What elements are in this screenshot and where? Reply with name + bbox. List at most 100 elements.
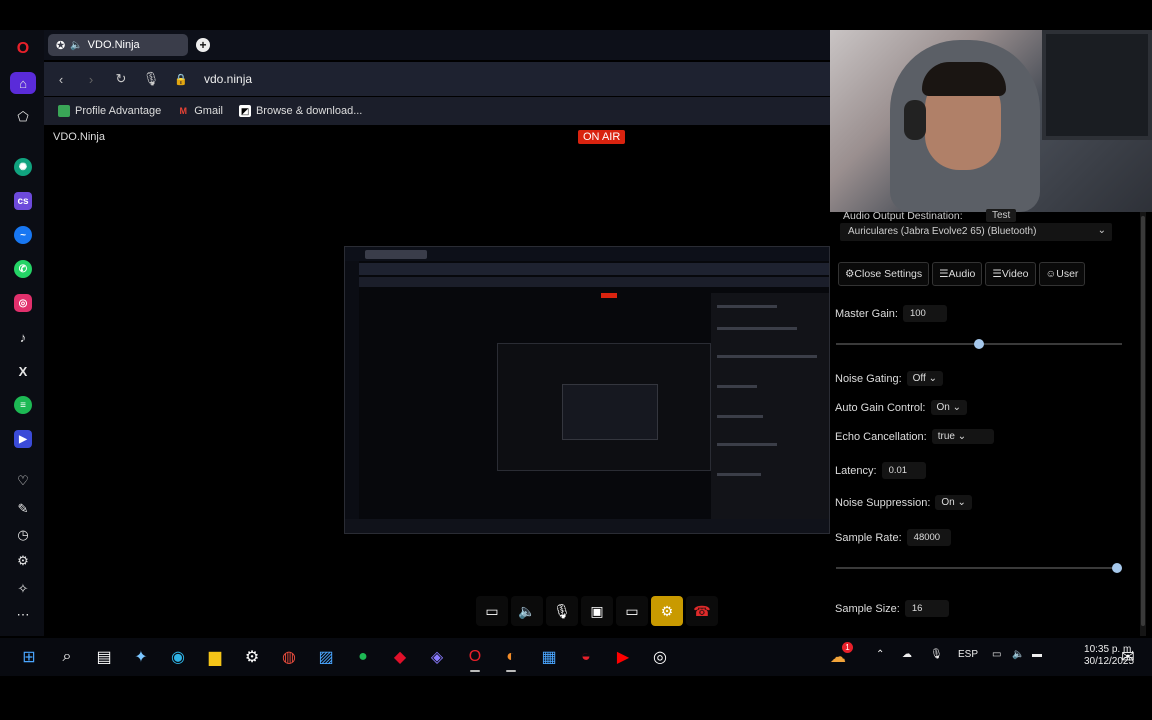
explorer-icon[interactable]: ▆: [203, 645, 227, 669]
nested-bookmarks-bar: [359, 277, 829, 287]
monitor-icon: ▭: [625, 602, 639, 619]
nested-line: [717, 355, 817, 358]
lock-icon[interactable]: 🔒: [168, 73, 194, 86]
url-field[interactable]: vdo.ninja: [204, 72, 252, 86]
nested-address-bar: [359, 263, 829, 275]
close-settings-button[interactable]: ⚙Close Settings: [838, 262, 930, 286]
auto-gain-control-label: Auto Gain Control:: [835, 401, 926, 414]
latency-input[interactable]: 0.01: [881, 462, 926, 479]
bookmark-gmail[interactable]: M Gmail: [177, 105, 222, 117]
reload-icon[interactable]: ↻: [108, 71, 134, 87]
instagram-icon[interactable]: ◎: [10, 292, 36, 314]
bookmark-browse-download[interactable]: ◩ Browse & download...: [238, 105, 363, 117]
speaker-icon[interactable]: 🔈: [70, 40, 82, 51]
app-red2-icon[interactable]: ◒: [574, 645, 598, 669]
microphone-button[interactable]: 🎙: [546, 596, 578, 626]
tab-vdo-ninja[interactable]: ✪ 🔈 VDO.Ninja: [48, 34, 188, 56]
battery-icon[interactable]: ▬: [1032, 649, 1042, 660]
screen-share-video: [344, 246, 830, 534]
on-air-badge: ON AIR: [578, 130, 626, 144]
edit-icon[interactable]: ✎: [10, 498, 36, 520]
noise-suppression-label: Noise Suppression:: [835, 496, 931, 509]
video-tab-button[interactable]: ☰Video: [985, 262, 1036, 286]
cs-icon[interactable]: cs: [10, 190, 36, 212]
home-icon[interactable]: ⌂: [10, 72, 36, 94]
nested-line: [717, 385, 757, 388]
auto-gain-control-select[interactable]: On ⌄: [930, 400, 968, 415]
new-tab-button[interactable]: +: [196, 38, 210, 52]
notifications-icon[interactable]: ✉: [1116, 645, 1140, 669]
speaker-button[interactable]: 🔈: [511, 596, 543, 626]
gmail-icon: M: [179, 106, 187, 116]
opera-logo-icon[interactable]: O: [10, 38, 36, 60]
x-icon[interactable]: X: [10, 360, 36, 382]
sample-rate-slider[interactable]: [836, 563, 1122, 573]
steam-icon[interactable]: ⚙: [240, 645, 264, 669]
pinboard-icon[interactable]: ⬠: [10, 106, 36, 128]
master-gain-knob[interactable]: [974, 339, 984, 349]
spotify-icon[interactable]: ≡: [10, 394, 36, 416]
settings-tabs: ⚙Close Settings ☰Audio ☰Video ☺User: [838, 262, 1086, 286]
spotify-icon[interactable]: ●: [351, 645, 375, 669]
file-manager-icon[interactable]: ▤: [92, 645, 116, 669]
tips-icon[interactable]: ✧: [10, 578, 36, 600]
noise-suppression-select[interactable]: On ⌄: [935, 495, 972, 510]
network-icon[interactable]: ▭: [992, 649, 1001, 660]
whatsapp-icon[interactable]: ✆: [10, 258, 36, 280]
app-blue-icon[interactable]: ◈: [425, 645, 449, 669]
heart-icon[interactable]: ♡: [10, 470, 36, 492]
master-gain-label: Master Gain:: [835, 307, 898, 320]
search-icon[interactable]: ⌕: [55, 645, 79, 669]
chrome-icon[interactable]: ◍: [277, 645, 301, 669]
copilot-icon[interactable]: ✦: [129, 645, 153, 669]
app-red-icon[interactable]: ◆: [388, 645, 412, 669]
master-gain-slider[interactable]: [836, 339, 1122, 349]
language-indicator[interactable]: ESP: [958, 649, 978, 660]
edge-icon[interactable]: ◉: [166, 645, 190, 669]
test-button[interactable]: Test: [986, 209, 1017, 222]
audio-output-select[interactable]: Auriculares (Jabra Evolve2 65) (Bluetoot…: [840, 223, 1112, 241]
opera-icon[interactable]: O: [463, 645, 487, 669]
more-icon[interactable]: ⋯: [10, 604, 36, 626]
cloud-icon[interactable]: ☁: [902, 649, 912, 660]
app-circle-icon[interactable]: ◎: [648, 645, 672, 669]
microphone-tray-icon[interactable]: 🎙: [930, 649, 943, 660]
volume-icon[interactable]: 🔈: [1012, 649, 1024, 660]
bookmark-profile-advantage[interactable]: Profile Advantage: [58, 105, 161, 117]
bookmark-label: Browse & download...: [255, 105, 363, 117]
microphone-icon[interactable]: 🎙: [138, 71, 164, 87]
photos-icon[interactable]: ▨: [314, 645, 338, 669]
chevron-down-icon: ⌄: [957, 431, 967, 442]
active-app-indicator: [470, 670, 480, 672]
sample-rate-knob[interactable]: [1112, 563, 1122, 573]
youtube-icon[interactable]: ▶: [611, 645, 635, 669]
tiktok-icon[interactable]: ♪: [10, 326, 36, 348]
echo-cancellation-select[interactable]: true ⌄: [931, 429, 994, 444]
start-icon[interactable]: ⊞: [17, 645, 41, 669]
camera-button[interactable]: ▣: [581, 596, 613, 626]
download-icon: ◩: [238, 105, 251, 117]
player-icon[interactable]: ▶: [10, 428, 36, 450]
settings-button[interactable]: ⚙: [651, 596, 683, 626]
messenger-icon[interactable]: ~: [10, 224, 36, 246]
store-icon[interactable]: ▦: [537, 645, 561, 669]
chat-button[interactable]: ▭: [476, 596, 508, 626]
sample-size-input[interactable]: 16: [904, 600, 949, 617]
screen-share-button[interactable]: ▭: [616, 596, 648, 626]
settings-icon[interactable]: ⚙: [10, 550, 36, 572]
browser-sidebar: O ⌂ ⬠ ✺ cs ~ ✆ ◎ ♪ X ≡ ▶ ♡ ✎ ◷ ⚙ ✧ ⋯: [0, 30, 44, 636]
chevron-up-icon[interactable]: ⌃: [876, 649, 884, 660]
noise-gating-select[interactable]: Off ⌄: [906, 371, 943, 386]
user-tab-button[interactable]: ☺User: [1038, 262, 1086, 286]
history-icon[interactable]: ◷: [10, 524, 36, 546]
forward-icon[interactable]: ›: [78, 72, 104, 87]
scrollbar-thumb[interactable]: [1141, 216, 1145, 626]
chatgpt-icon[interactable]: ✺: [10, 156, 36, 178]
audio-tab-button[interactable]: ☰Audio: [932, 262, 983, 286]
settings-scrollbar[interactable]: [1140, 212, 1146, 636]
master-gain-input[interactable]: 100: [902, 305, 947, 322]
hang-up-button[interactable]: ☎: [686, 596, 718, 626]
sample-rate-input[interactable]: 48000: [906, 529, 951, 546]
back-icon[interactable]: ‹: [48, 72, 74, 87]
app-orange-icon[interactable]: ◐: [499, 645, 523, 669]
